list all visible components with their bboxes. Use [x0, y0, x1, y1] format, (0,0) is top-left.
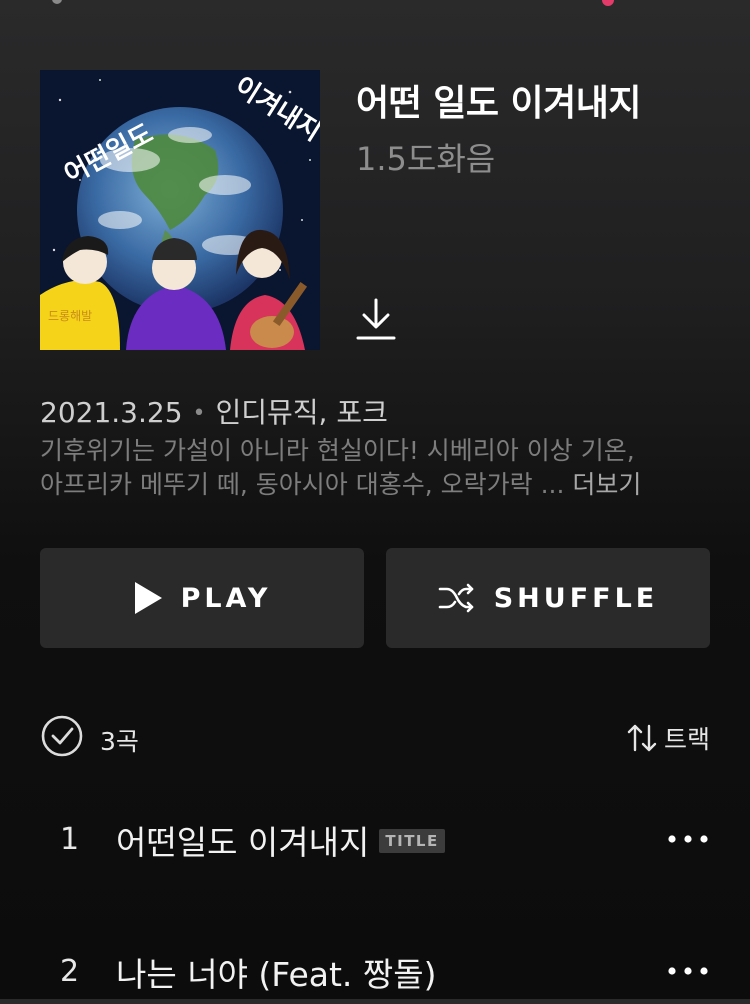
album-meta: 2021.3.25 • 인디뮤직, 포크 [40, 391, 388, 431]
track-number: 2 [60, 954, 80, 989]
description-line-2: 아프리카 메뚜기 떼, 동아시아 대홍수, 오락가락 ... 더보기 [40, 468, 720, 502]
download-button[interactable] [354, 296, 398, 344]
shuffle-label: SHUFFLE [493, 582, 659, 614]
album-title: 어떤 일도 이겨내지 [356, 83, 642, 124]
play-label: PLAY [180, 582, 272, 614]
description-line-2-text: 아프리카 메뚜기 떼, 동아시아 대홍수, 오락가락 ... [40, 470, 573, 499]
track-more-button[interactable] [666, 958, 710, 984]
track-row[interactable]: 2 나는 너야 (Feat. 짱돌) [40, 944, 710, 1004]
select-all-button[interactable] [40, 714, 84, 758]
track-count: 3곡 [100, 727, 139, 756]
sort-label: 트랙 [663, 725, 710, 754]
top-status-area [0, 0, 750, 8]
cover-signature: 드롱해발 [48, 309, 92, 323]
sort-button[interactable]: 트랙 [626, 718, 710, 758]
tracklist-header: 3곡 트랙 [40, 714, 710, 760]
download-icon [356, 298, 396, 340]
album-cover: 어떤일도 이겨내지 드롱해발 [40, 70, 320, 350]
album-description[interactable]: 기후위기는 가설이 아니라 현실이다! 시베리아 이상 기온, 아프리카 메뚜기… [40, 434, 720, 502]
title-badge: TITLE [379, 828, 445, 853]
description-line-1: 기후위기는 가설이 아니라 현실이다! 시베리아 이상 기온, [40, 436, 635, 465]
like-icon[interactable] [602, 0, 614, 6]
back-icon[interactable] [52, 0, 62, 4]
play-icon [134, 582, 162, 614]
genres: 인디뮤직, 포크 [215, 396, 388, 429]
more-icon [668, 967, 708, 975]
track-title: 어떤일도 이겨내지 TITLE [116, 816, 445, 864]
track-title: 나는 너야 (Feat. 짱돌) [116, 955, 437, 994]
shuffle-button[interactable]: SHUFFLE [386, 548, 710, 648]
meta-separator: • [192, 401, 206, 426]
more-link[interactable]: 더보기 [572, 470, 641, 499]
track-more-button[interactable] [666, 826, 710, 852]
artist-name[interactable]: 1.5도화음 [356, 134, 495, 180]
play-button[interactable]: PLAY [40, 548, 364, 648]
sort-icon [627, 724, 657, 752]
shuffle-icon [438, 583, 474, 613]
track-title-text: 어떤일도 이겨내지 [116, 823, 370, 862]
more-icon [668, 835, 708, 843]
release-date: 2021.3.25 [40, 396, 183, 429]
check-circle-icon [41, 715, 83, 757]
track-row[interactable]: 1 어떤일도 이겨내지 TITLE [40, 812, 710, 872]
track-number: 1 [60, 822, 80, 857]
